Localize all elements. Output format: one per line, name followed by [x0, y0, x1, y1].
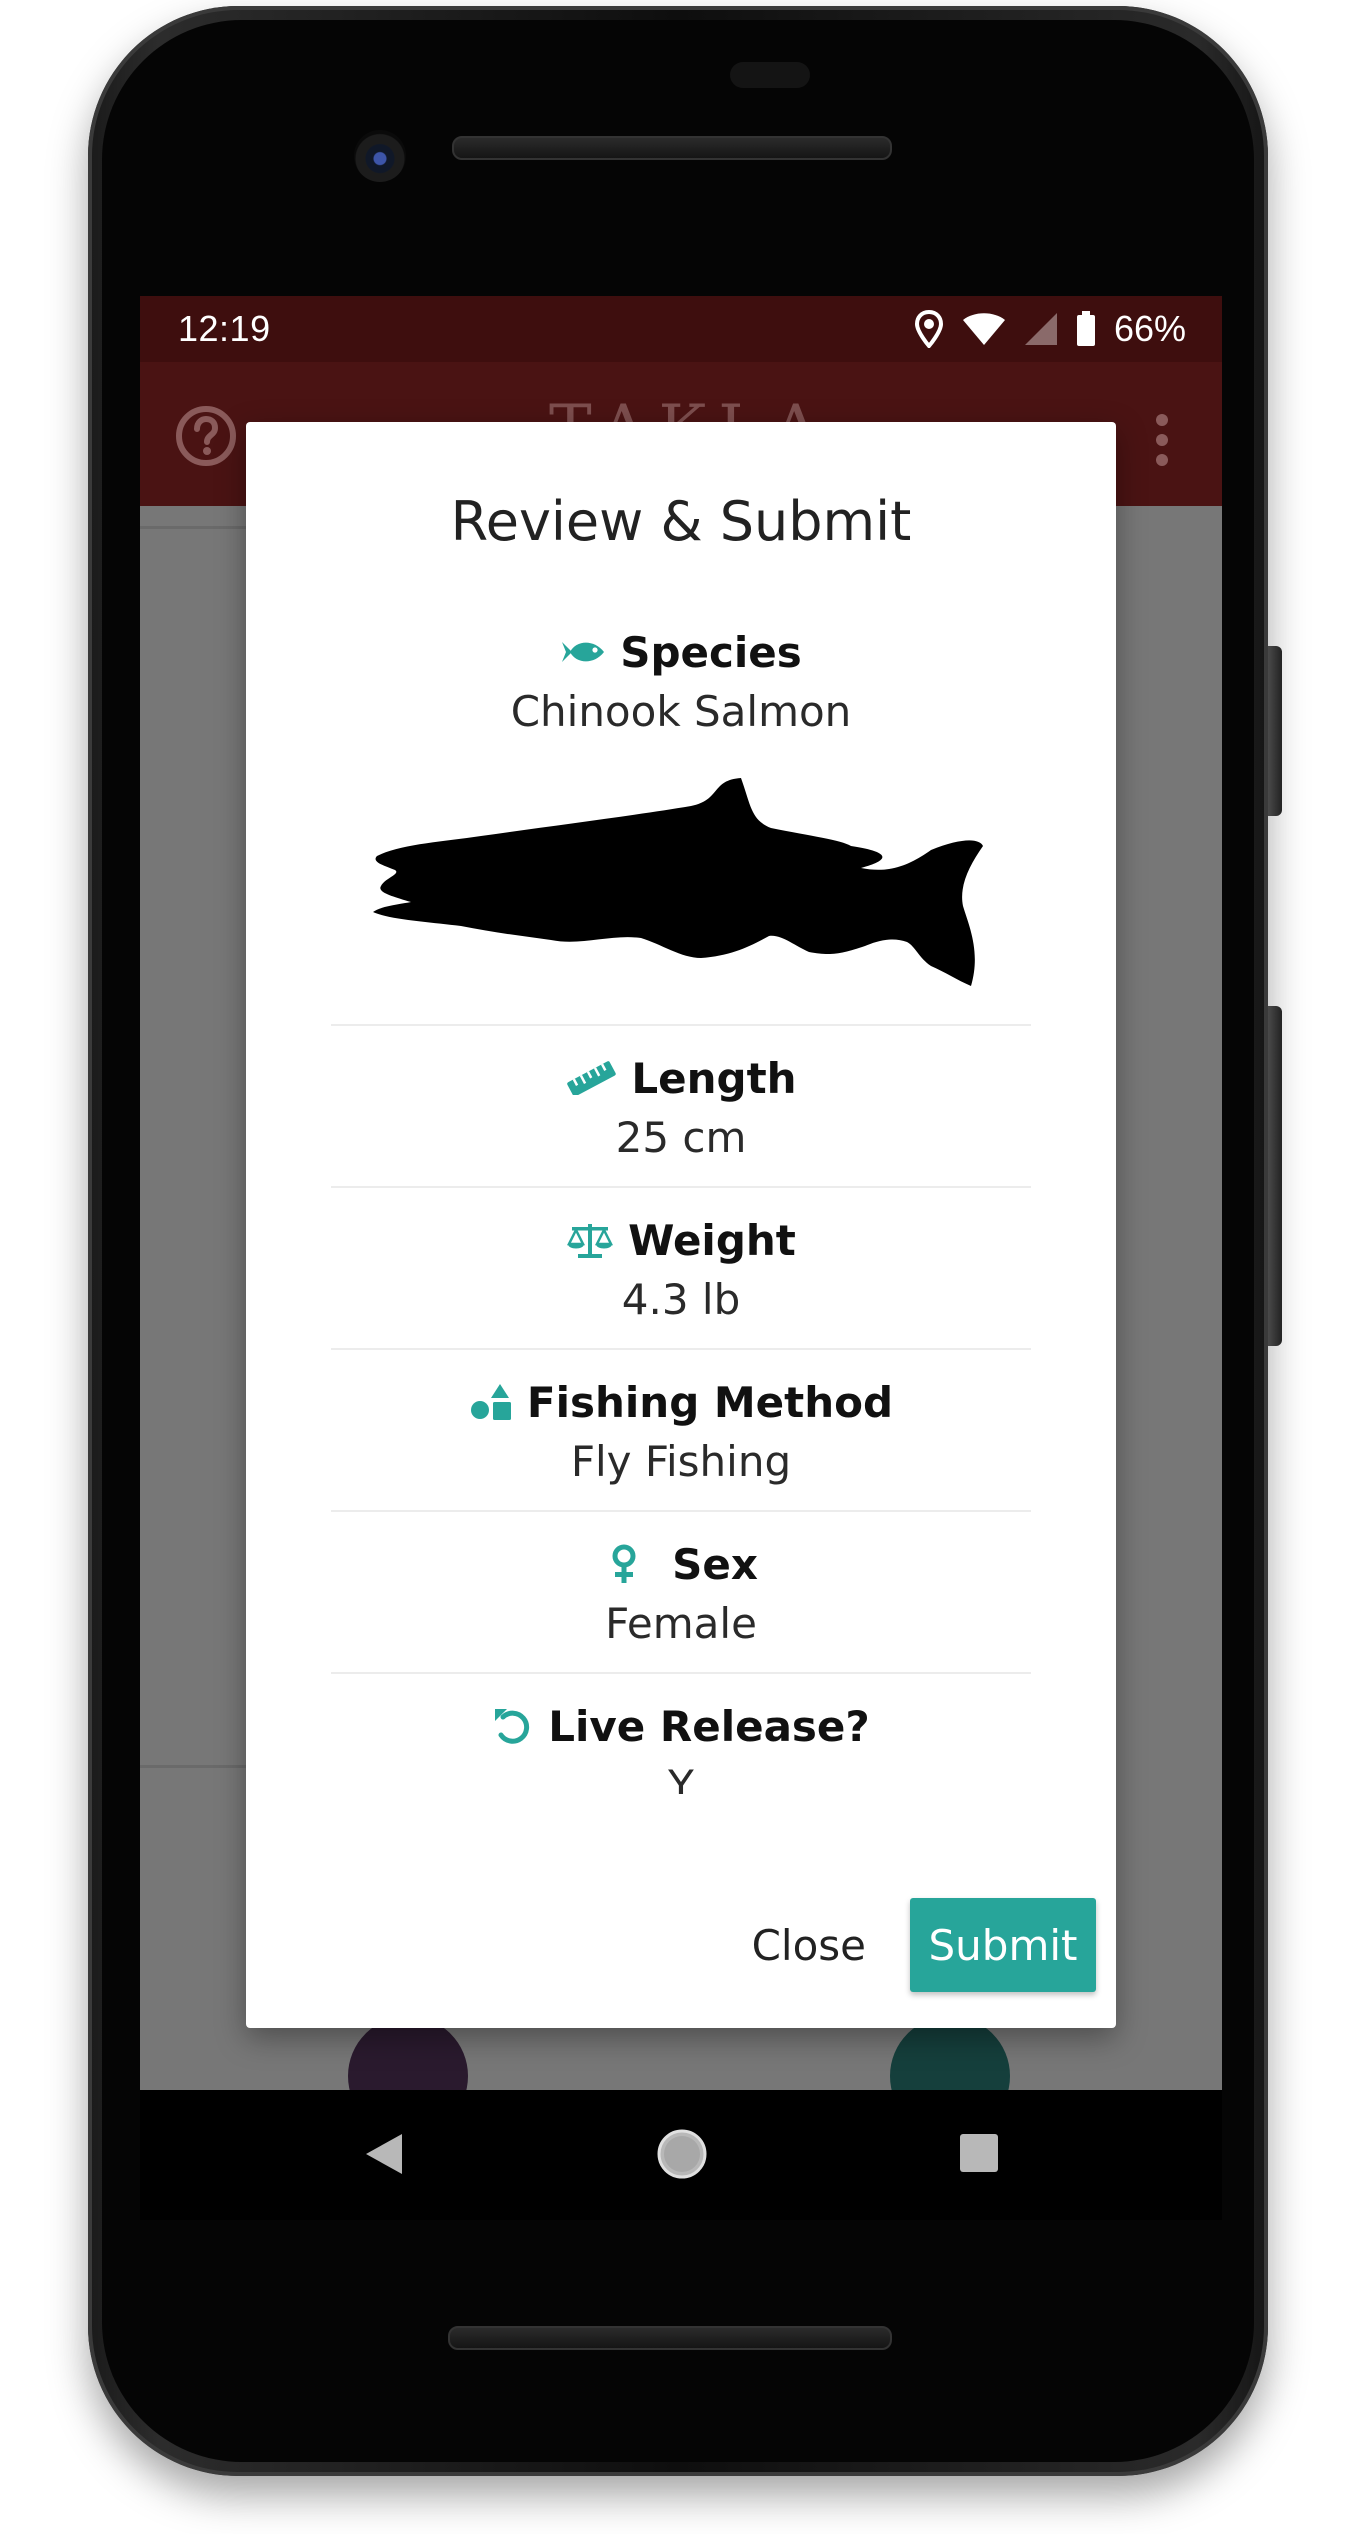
fishing-method-value: Fly Fishing [570, 1437, 792, 1486]
species-header: Species [331, 622, 1031, 682]
sex-field: Sex Female [331, 1512, 1031, 1672]
balance-scale-icon [567, 1224, 614, 1258]
fishing-method-field: Fishing Method Fly Fishing [331, 1350, 1031, 1510]
weight-label: Weight [628, 1215, 796, 1265]
fish-silhouette-image [331, 766, 1031, 1006]
length-value: 25 cm [615, 1113, 747, 1162]
power-button [1268, 646, 1282, 816]
front-camera [354, 130, 406, 182]
live-release-label: Live Release? [548, 1701, 870, 1751]
length-field: Length 25 cm [331, 1026, 1031, 1186]
length-header: Length [331, 1048, 1031, 1108]
sex-label: Sex [672, 1539, 758, 1589]
dialog-actions: Close Submit [742, 1898, 1096, 1992]
earpiece-slot [730, 62, 810, 88]
species-field: Species Chinook Salmon [331, 622, 1031, 742]
status-icons: 66% [914, 306, 1186, 352]
shapes-icon [470, 1384, 511, 1420]
wifi-icon [962, 313, 1005, 345]
device-frame: 12:19 66% Review & Submit Species Chinoo… [0, 0, 1370, 2534]
back-icon[interactable] [364, 2132, 404, 2176]
fishing-method-header: Fishing Method [331, 1372, 1031, 1432]
cell-signal-icon [1024, 313, 1057, 345]
battery-icon [1076, 311, 1095, 346]
top-speaker [452, 136, 892, 160]
live-release-header: Live Release? [331, 1696, 1031, 1756]
dialog-title: Review & Submit [450, 490, 912, 553]
home-icon[interactable] [656, 2128, 708, 2180]
navigation-bar [140, 2090, 1222, 2220]
fishing-method-label: Fishing Method [526, 1377, 894, 1427]
status-time: 12:19 [178, 308, 271, 349]
dialog-content[interactable]: Species Chinook Salmon Length 25 cm Weig… [246, 622, 1116, 1794]
live-release-value: Y [668, 1761, 694, 1794]
recents-icon[interactable] [958, 2132, 1000, 2174]
bottom-speaker [448, 2326, 892, 2350]
species-label: Species [620, 627, 802, 677]
review-submit-dialog: Review & Submit Species Chinook Salmon L… [246, 422, 1116, 2028]
overflow-menu-icon[interactable] [1152, 412, 1172, 468]
submit-button[interactable]: Submit [910, 1898, 1096, 1992]
location-icon [914, 310, 943, 348]
help-circle-icon[interactable] [174, 404, 238, 468]
salmon-silhouette [373, 778, 983, 986]
weight-field: Weight 4.3 lb [331, 1188, 1031, 1348]
female-icon [612, 1544, 636, 1583]
live-release-field: Live Release? Y [331, 1674, 1031, 1794]
close-button[interactable]: Close [742, 1907, 876, 1984]
ruler-icon [567, 1061, 617, 1095]
sex-value: Female [605, 1599, 757, 1648]
weight-header: Weight [331, 1210, 1031, 1270]
status-bar: 12:19 66% [140, 296, 1222, 362]
length-label: Length [631, 1053, 797, 1103]
weight-value: 4.3 lb [621, 1275, 741, 1324]
volume-button [1268, 1006, 1282, 1346]
fish-icon [562, 642, 605, 662]
sex-header: Sex [331, 1534, 1031, 1594]
species-value: Chinook Salmon [510, 687, 852, 736]
battery-percent: 66% [1113, 308, 1186, 349]
undo-icon [495, 1709, 530, 1744]
